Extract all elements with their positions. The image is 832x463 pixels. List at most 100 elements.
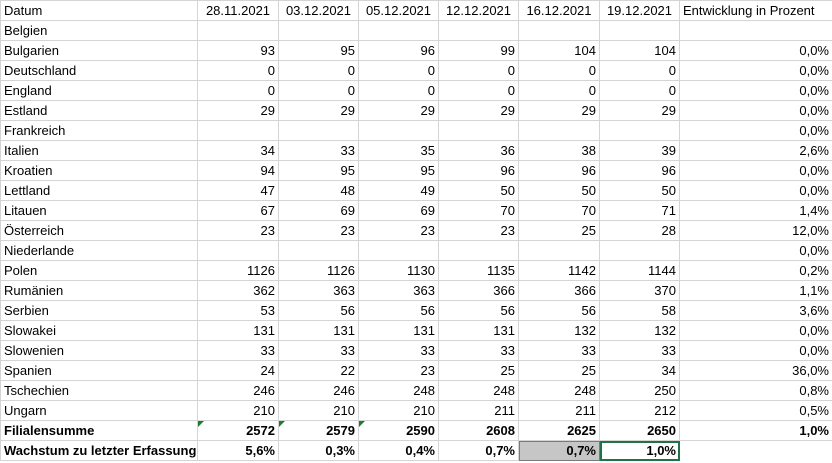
- value-cell[interactable]: 50: [438, 180, 519, 201]
- percent-cell[interactable]: 0,0%: [679, 180, 832, 201]
- total-value-cell[interactable]: 2625: [518, 420, 600, 441]
- country-cell[interactable]: Kroatien: [0, 160, 198, 181]
- value-cell[interactable]: 23: [278, 220, 359, 241]
- value-cell[interactable]: 49: [358, 180, 439, 201]
- total-label-cell[interactable]: Filialensumme: [0, 420, 198, 441]
- value-cell[interactable]: 23: [358, 220, 439, 241]
- value-cell[interactable]: 0: [197, 60, 279, 81]
- value-cell[interactable]: 94: [197, 160, 279, 181]
- percent-cell[interactable]: 0,0%: [679, 320, 832, 341]
- value-cell[interactable]: [278, 240, 359, 261]
- value-cell[interactable]: [438, 20, 519, 41]
- value-cell[interactable]: 248: [438, 380, 519, 401]
- value-cell[interactable]: 28: [599, 220, 680, 241]
- value-cell[interactable]: 1142: [518, 260, 600, 281]
- value-cell[interactable]: [438, 120, 519, 141]
- value-cell[interactable]: 50: [599, 180, 680, 201]
- percent-cell[interactable]: 0,2%: [679, 260, 832, 281]
- country-cell[interactable]: Bulgarien: [0, 40, 198, 61]
- value-cell[interactable]: [599, 20, 680, 41]
- value-cell[interactable]: 131: [358, 320, 439, 341]
- value-cell[interactable]: 67: [197, 200, 279, 221]
- value-cell[interactable]: [278, 120, 359, 141]
- value-cell[interactable]: 33: [358, 340, 439, 361]
- value-cell[interactable]: 33: [599, 340, 680, 361]
- value-cell[interactable]: 0: [518, 80, 600, 101]
- value-cell[interactable]: 0: [358, 80, 439, 101]
- value-cell[interactable]: 0: [518, 60, 600, 81]
- value-cell[interactable]: [197, 20, 279, 41]
- value-cell[interactable]: 212: [599, 400, 680, 421]
- value-cell[interactable]: 363: [278, 280, 359, 301]
- value-cell[interactable]: 210: [197, 400, 279, 421]
- growth-value-cell[interactable]: 0,7%: [518, 440, 600, 461]
- percent-cell[interactable]: 1,4%: [679, 200, 832, 221]
- header-cell-date[interactable]: 19.12.2021: [599, 0, 680, 21]
- percent-cell[interactable]: 0,0%: [679, 40, 832, 61]
- country-cell[interactable]: Österreich: [0, 220, 198, 241]
- percent-cell[interactable]: 0,0%: [679, 120, 832, 141]
- value-cell[interactable]: 70: [438, 200, 519, 221]
- value-cell[interactable]: 211: [438, 400, 519, 421]
- value-cell[interactable]: 0: [358, 60, 439, 81]
- value-cell[interactable]: [278, 20, 359, 41]
- value-cell[interactable]: 35: [358, 140, 439, 161]
- value-cell[interactable]: 362: [197, 280, 279, 301]
- total-value-cell[interactable]: 2608: [438, 420, 519, 441]
- growth-value-cell[interactable]: 0,7%: [438, 440, 519, 461]
- value-cell[interactable]: 47: [197, 180, 279, 201]
- value-cell[interactable]: 56: [438, 300, 519, 321]
- total-value-cell[interactable]: 2572: [197, 420, 279, 441]
- value-cell[interactable]: [358, 20, 439, 41]
- percent-cell[interactable]: 1,1%: [679, 280, 832, 301]
- percent-cell[interactable]: 0,0%: [679, 60, 832, 81]
- country-cell[interactable]: Ungarn: [0, 400, 198, 421]
- value-cell[interactable]: 33: [518, 340, 600, 361]
- percent-cell[interactable]: 0,0%: [679, 100, 832, 121]
- value-cell[interactable]: 246: [197, 380, 279, 401]
- country-cell[interactable]: Niederlande: [0, 240, 198, 261]
- value-cell[interactable]: 56: [518, 300, 600, 321]
- value-cell[interactable]: 29: [518, 100, 600, 121]
- value-cell[interactable]: 1135: [438, 260, 519, 281]
- value-cell[interactable]: 39: [599, 140, 680, 161]
- growth-label-cell[interactable]: Wachstum zu letzter Erfassung: [0, 440, 198, 461]
- value-cell[interactable]: [518, 20, 600, 41]
- header-cell-date[interactable]: 05.12.2021: [358, 0, 439, 21]
- value-cell[interactable]: 96: [438, 160, 519, 181]
- header-cell-date[interactable]: 12.12.2021: [438, 0, 519, 21]
- value-cell[interactable]: 131: [278, 320, 359, 341]
- value-cell[interactable]: [438, 240, 519, 261]
- value-cell[interactable]: [518, 240, 600, 261]
- value-cell[interactable]: 34: [197, 140, 279, 161]
- value-cell[interactable]: 38: [518, 140, 600, 161]
- percent-cell[interactable]: 0,0%: [679, 240, 832, 261]
- value-cell[interactable]: 71: [599, 200, 680, 221]
- value-cell[interactable]: 104: [599, 40, 680, 61]
- value-cell[interactable]: 23: [438, 220, 519, 241]
- header-cell-date[interactable]: 03.12.2021: [278, 0, 359, 21]
- value-cell[interactable]: 104: [518, 40, 600, 61]
- value-cell[interactable]: 95: [278, 40, 359, 61]
- value-cell[interactable]: 29: [278, 100, 359, 121]
- value-cell[interactable]: 0: [278, 60, 359, 81]
- value-cell[interactable]: 363: [358, 280, 439, 301]
- percent-cell[interactable]: 2,6%: [679, 140, 832, 161]
- value-cell[interactable]: [358, 240, 439, 261]
- value-cell[interactable]: 248: [518, 380, 600, 401]
- header-cell-datum[interactable]: Datum: [0, 0, 198, 21]
- country-cell[interactable]: Tschechien: [0, 380, 198, 401]
- total-percent-cell[interactable]: 1,0%: [679, 420, 832, 441]
- growth-value-cell[interactable]: 0,4%: [358, 440, 439, 461]
- value-cell[interactable]: 96: [599, 160, 680, 181]
- value-cell[interactable]: 132: [599, 320, 680, 341]
- country-cell[interactable]: Deutschland: [0, 60, 198, 81]
- value-cell[interactable]: 96: [358, 40, 439, 61]
- value-cell[interactable]: 23: [197, 220, 279, 241]
- value-cell[interactable]: 58: [599, 300, 680, 321]
- value-cell[interactable]: 93: [197, 40, 279, 61]
- value-cell[interactable]: 366: [438, 280, 519, 301]
- value-cell[interactable]: 29: [197, 100, 279, 121]
- value-cell[interactable]: 34: [599, 360, 680, 381]
- value-cell[interactable]: 99: [438, 40, 519, 61]
